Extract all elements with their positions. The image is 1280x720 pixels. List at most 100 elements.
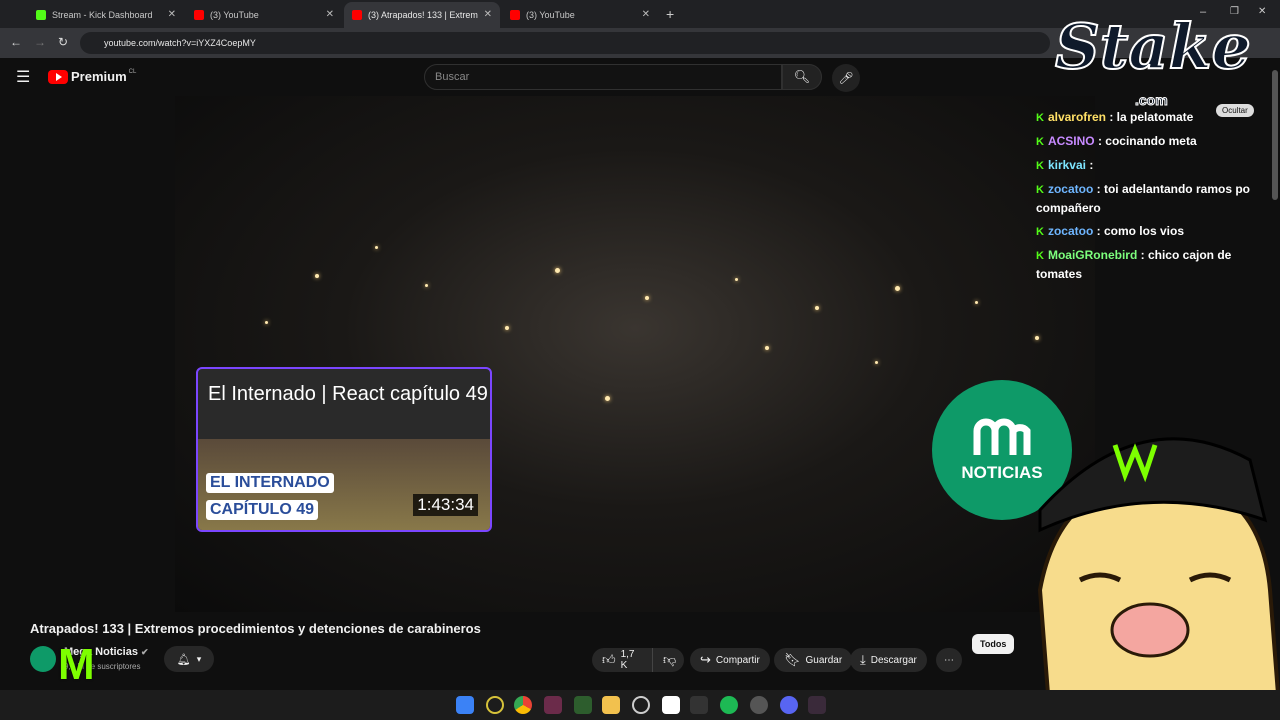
youtube-logo[interactable]: Premium CL (48, 69, 136, 84)
chat-username: zocatoo (1047, 182, 1094, 196)
hide-chat-button[interactable]: Ocultar (1216, 104, 1254, 117)
kick-icon (36, 10, 46, 20)
close-icon[interactable]: ✕ (326, 9, 334, 20)
app-icon[interactable] (544, 696, 562, 714)
more-actions-button[interactable]: ⋯ (936, 648, 962, 672)
close-icon[interactable]: ✕ (168, 9, 176, 20)
new-tab-icon[interactable]: + (666, 6, 674, 22)
mic-icon: 🎤︎ (838, 71, 854, 85)
bookmark-icon: 🔖︎ (784, 652, 801, 667)
share-label: Compartir (715, 654, 760, 666)
chat-username: kirkvai (1047, 158, 1086, 172)
window-close-icon[interactable]: ✕ (1258, 6, 1266, 17)
chip-all[interactable]: Todos (972, 634, 1015, 654)
badge-line2: CAPÍTULO 49 (206, 500, 319, 520)
like-count: 1,7 K (620, 649, 635, 671)
reload-icon[interactable]: ↻ (58, 35, 68, 49)
vtuber-cat-avatar (1037, 437, 1280, 720)
logo-label: Premium (71, 69, 127, 84)
app-icon[interactable] (750, 696, 768, 714)
chat-text: cocinando meta (1105, 134, 1197, 148)
chat-username: zocatoo (1047, 224, 1094, 238)
dislike-button[interactable]: 👎︎ (652, 648, 684, 672)
download-label: Descargar (870, 654, 917, 666)
chat-scrollbar[interactable] (1272, 70, 1278, 200)
channel-avatar[interactable] (30, 646, 56, 672)
chevron-down-icon: ▾ (196, 653, 202, 664)
back-icon[interactable]: ← (10, 35, 22, 49)
file-explorer-icon[interactable] (602, 696, 620, 714)
search-placeholder: Buscar (435, 71, 470, 83)
kick-badge-icon: K (1036, 136, 1044, 148)
youtube-icon (194, 10, 204, 20)
react-thumbnail: EL INTERNADO CAPÍTULO 49 (198, 439, 490, 530)
more-icon: ⋯ (944, 654, 954, 666)
search-button[interactable]: 🔍︎ (782, 64, 822, 90)
kick-badge-icon: K (1036, 226, 1044, 238)
thumbs-down-icon: 👎︎ (663, 652, 677, 667)
chat-username: alvarofren (1047, 110, 1106, 124)
tab-title: (3) YouTube (526, 10, 575, 20)
chat-text: como los vios (1103, 224, 1184, 238)
share-icon: ↪ (700, 652, 711, 667)
stake-domain: .com (1135, 92, 1169, 109)
kick-badge-icon: K (1036, 112, 1044, 124)
chat-username: ACSINO (1047, 134, 1095, 148)
tab-title: (3) YouTube (210, 10, 259, 20)
chat-message: Kzocatoo : como los vios (1036, 224, 1184, 238)
logo-region: CL (128, 68, 137, 75)
youtube-icon (510, 10, 520, 20)
notification-bell-button[interactable]: 🔔︎ ▾ (164, 646, 214, 672)
react-title: El Internado | React capítulo 49 (208, 383, 488, 405)
save-button[interactable]: 🔖︎ Guardar (774, 648, 853, 672)
tab-youtube-2[interactable]: (3) YouTube ✕ (502, 2, 658, 28)
react-overlay-card: El Internado | React capítulo 49 EL INTE… (196, 367, 492, 532)
badge-line1: EL INTERNADO (206, 473, 334, 493)
close-icon[interactable]: ✕ (642, 9, 650, 20)
tab-atrapados[interactable]: (3) Atrapados! 133 | Extrem ✕ (344, 2, 500, 28)
kick-badge-icon: K (1036, 250, 1044, 262)
app-icon[interactable] (662, 696, 680, 714)
kick-chat-overlay: Kalvarofren : la pelatomate K ACSINO : coc… (1036, 108, 1280, 288)
app-icon[interactable] (808, 696, 826, 714)
chat-message: K ACSINO : cocinando meta (1036, 134, 1197, 148)
kick-badge-icon: K (1036, 160, 1044, 172)
app-icon[interactable] (690, 696, 708, 714)
chat-message: Kkirkvai : (1036, 158, 1094, 172)
tab-youtube-1[interactable]: (3) YouTube ✕ (186, 2, 342, 28)
close-icon[interactable]: ✕ (484, 9, 492, 20)
spotify-icon[interactable] (720, 696, 738, 714)
tab-title: Stream - Kick Dashboard (52, 10, 153, 20)
download-button[interactable]: ⤓ Descargar (850, 648, 927, 672)
chat-username: MoaiGRonebird (1047, 248, 1138, 262)
app-icon[interactable] (632, 696, 650, 714)
monster-energy-logo: M (58, 640, 95, 689)
youtube-play-icon (48, 69, 68, 84)
discord-icon[interactable] (780, 696, 798, 714)
search-input[interactable]: Buscar (424, 64, 782, 90)
search-icon: 🔍︎ (793, 69, 811, 84)
windows-start-icon[interactable] (456, 696, 474, 714)
bell-icon: 🔔︎ (176, 653, 191, 666)
kick-badge-icon: K (1036, 184, 1044, 196)
save-label: Guardar (805, 654, 843, 666)
forward-icon[interactable]: → (34, 35, 46, 49)
app-icon[interactable] (486, 696, 504, 714)
video-player[interactable] (175, 96, 1095, 612)
like-button[interactable]: 👍︎ 1,7 K (592, 648, 652, 672)
url-field[interactable]: youtube.com/watch?v=iYXZ4CoepMY (80, 32, 1050, 54)
verified-icon: ✔ (141, 647, 149, 657)
share-button[interactable]: ↪ Compartir (690, 648, 770, 672)
chrome-icon[interactable] (514, 696, 532, 714)
thumbs-up-icon: 👍︎ (602, 652, 616, 667)
voice-search-button[interactable]: 🎤︎ (832, 64, 860, 92)
react-duration: 1:43:34 (413, 494, 478, 516)
url-text: youtube.com/watch?v=iYXZ4CoepMY (104, 38, 256, 48)
youtube-icon (352, 10, 362, 20)
tab-kick-dashboard[interactable]: Stream - Kick Dashboard ✕ (28, 2, 184, 28)
chat-text: la pelatomate (1116, 110, 1194, 124)
chat-message: K MoaiGRonebird : chico cajon de tomates (1036, 248, 1232, 281)
app-icon[interactable] (574, 696, 592, 714)
menu-icon[interactable]: ☰ (16, 67, 30, 87)
video-title: Atrapados! 133 | Extremos procedimientos… (30, 621, 481, 636)
